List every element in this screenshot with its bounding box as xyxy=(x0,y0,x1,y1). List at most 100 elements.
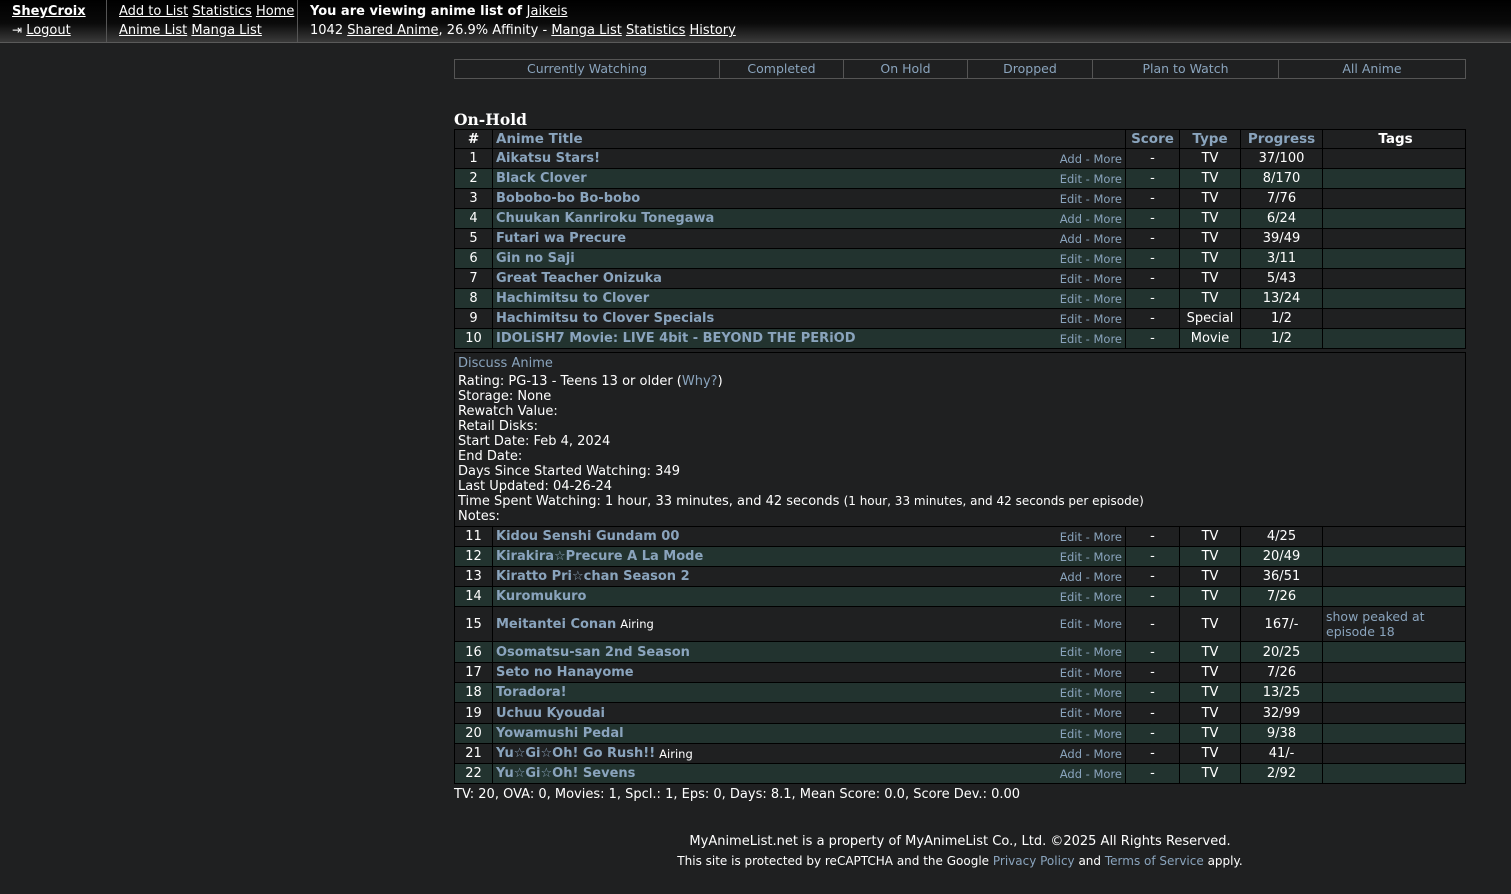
tab-all-anime[interactable]: All Anime xyxy=(1279,60,1465,78)
score-cell[interactable]: - xyxy=(1126,209,1180,229)
anime-title-link[interactable]: Toradora! xyxy=(496,685,567,700)
anime-list-link[interactable]: Anime List xyxy=(119,23,187,38)
score-cell[interactable]: - xyxy=(1126,607,1180,642)
progress-cell[interactable]: 6/24 xyxy=(1241,209,1323,229)
anime-title-link[interactable]: Kiratto Pri☆chan Season 2 xyxy=(496,569,690,584)
anime-title-link[interactable]: Meitantei Conan xyxy=(496,617,616,632)
anime-title-link[interactable]: Great Teacher Onizuka xyxy=(496,271,662,286)
score-cell[interactable]: - xyxy=(1126,149,1180,169)
shared-anime-link[interactable]: Shared Anime xyxy=(347,23,438,38)
tags-cell[interactable] xyxy=(1323,527,1466,547)
progress-cell[interactable]: 13/24 xyxy=(1241,289,1323,309)
owner-manga-list-link[interactable]: Manga List xyxy=(551,23,622,38)
more-button[interactable]: More xyxy=(1093,666,1122,680)
progress-cell[interactable]: 7/26 xyxy=(1241,587,1323,607)
more-button[interactable]: More xyxy=(1093,192,1122,206)
add-button[interactable]: Add xyxy=(1060,747,1082,761)
progress-cell[interactable]: 4/25 xyxy=(1241,527,1323,547)
tab-currently-watching[interactable]: Currently Watching xyxy=(455,60,720,78)
tab-completed[interactable]: Completed xyxy=(720,60,844,78)
owner-statistics-link[interactable]: Statistics xyxy=(626,23,685,38)
more-button[interactable]: More xyxy=(1093,212,1122,226)
add-button[interactable]: Add xyxy=(1060,212,1082,226)
list-owner-link[interactable]: Jaikeis xyxy=(527,4,568,19)
anime-title-link[interactable]: Hachimitsu to Clover Specials xyxy=(496,311,714,326)
home-link[interactable]: Home xyxy=(256,4,294,19)
tab-plan-to-watch[interactable]: Plan to Watch xyxy=(1093,60,1279,78)
more-button[interactable]: More xyxy=(1093,727,1122,741)
anime-title-link[interactable]: Bobobo-bo Bo-bobo xyxy=(496,191,640,206)
progress-cell[interactable]: 9/38 xyxy=(1241,724,1323,744)
tags-cell[interactable] xyxy=(1323,683,1466,703)
tags-cell[interactable] xyxy=(1323,587,1466,607)
add-to-list-link[interactable]: Add to List xyxy=(119,4,188,19)
anime-title-link[interactable]: Kirakira☆Precure A La Mode xyxy=(496,549,703,564)
edit-button[interactable]: Edit xyxy=(1060,590,1082,604)
progress-cell[interactable]: 7/76 xyxy=(1241,189,1323,209)
progress-cell[interactable]: 37/100 xyxy=(1241,149,1323,169)
manga-list-link[interactable]: Manga List xyxy=(191,23,262,38)
score-cell[interactable]: - xyxy=(1126,703,1180,724)
tab-dropped[interactable]: Dropped xyxy=(968,60,1093,78)
tags-cell[interactable] xyxy=(1323,744,1466,764)
score-cell[interactable]: - xyxy=(1126,189,1180,209)
add-button[interactable]: Add xyxy=(1060,570,1082,584)
score-cell[interactable]: - xyxy=(1126,249,1180,269)
anime-title-link[interactable]: Osomatsu-san 2nd Season xyxy=(496,645,690,660)
add-button[interactable]: Add xyxy=(1060,767,1082,781)
edit-button[interactable]: Edit xyxy=(1060,332,1082,346)
owner-history-link[interactable]: History xyxy=(690,23,736,38)
edit-button[interactable]: Edit xyxy=(1060,192,1082,206)
tags-cell[interactable] xyxy=(1323,189,1466,209)
tags-cell[interactable] xyxy=(1323,547,1466,567)
edit-button[interactable]: Edit xyxy=(1060,272,1082,286)
score-cell[interactable]: - xyxy=(1126,269,1180,289)
tags-cell[interactable] xyxy=(1323,703,1466,724)
privacy-policy-link[interactable]: Privacy Policy xyxy=(993,854,1075,868)
progress-cell[interactable]: 1/2 xyxy=(1241,329,1323,349)
score-cell[interactable]: - xyxy=(1126,744,1180,764)
tags-cell[interactable]: show peaked at episode 18 xyxy=(1323,607,1466,642)
anime-title-link[interactable]: Hachimitsu to Clover xyxy=(496,291,649,306)
rating-why-link[interactable]: Why? xyxy=(682,374,718,389)
score-cell[interactable]: - xyxy=(1126,663,1180,683)
score-cell[interactable]: - xyxy=(1126,289,1180,309)
add-button[interactable]: Add xyxy=(1060,152,1082,166)
score-cell[interactable]: - xyxy=(1126,309,1180,329)
tags-cell[interactable] xyxy=(1323,249,1466,269)
add-button[interactable]: Add xyxy=(1060,232,1082,246)
tags-cell[interactable] xyxy=(1323,229,1466,249)
logout-link[interactable]: ⇥ Logout xyxy=(12,23,71,38)
more-button[interactable]: More xyxy=(1093,152,1122,166)
more-button[interactable]: More xyxy=(1093,172,1122,186)
tags-cell[interactable] xyxy=(1323,289,1466,309)
tags-cell[interactable] xyxy=(1323,724,1466,744)
anime-title-link[interactable]: Yu☆Gi☆Oh! Go Rush!! xyxy=(496,746,655,761)
edit-button[interactable]: Edit xyxy=(1060,686,1082,700)
more-button[interactable]: More xyxy=(1093,530,1122,544)
anime-title-link[interactable]: Aikatsu Stars! xyxy=(496,151,600,166)
more-button[interactable]: More xyxy=(1093,686,1122,700)
more-button[interactable]: More xyxy=(1093,617,1122,631)
more-button[interactable]: More xyxy=(1093,570,1122,584)
more-button[interactable]: More xyxy=(1093,645,1122,659)
tags-cell[interactable] xyxy=(1323,169,1466,189)
edit-button[interactable]: Edit xyxy=(1060,550,1082,564)
score-cell[interactable]: - xyxy=(1126,329,1180,349)
anime-title-link[interactable]: Chuukan Kanriroku Tonegawa xyxy=(496,211,714,226)
more-button[interactable]: More xyxy=(1093,590,1122,604)
score-cell[interactable]: - xyxy=(1126,229,1180,249)
tags-cell[interactable] xyxy=(1323,149,1466,169)
tags-cell[interactable] xyxy=(1323,764,1466,784)
anime-title-link[interactable]: Seto no Hanayome xyxy=(496,665,634,680)
username-link[interactable]: SheyCroix xyxy=(12,4,86,19)
edit-button[interactable]: Edit xyxy=(1060,706,1082,720)
score-cell[interactable]: - xyxy=(1126,587,1180,607)
progress-cell[interactable]: 20/49 xyxy=(1241,547,1323,567)
statistics-link[interactable]: Statistics xyxy=(192,4,251,19)
edit-button[interactable]: Edit xyxy=(1060,172,1082,186)
tags-cell[interactable] xyxy=(1323,309,1466,329)
progress-cell[interactable]: 13/25 xyxy=(1241,683,1323,703)
progress-cell[interactable]: 20/25 xyxy=(1241,642,1323,663)
anime-title-link[interactable]: Uchuu Kyoudai xyxy=(496,706,605,721)
